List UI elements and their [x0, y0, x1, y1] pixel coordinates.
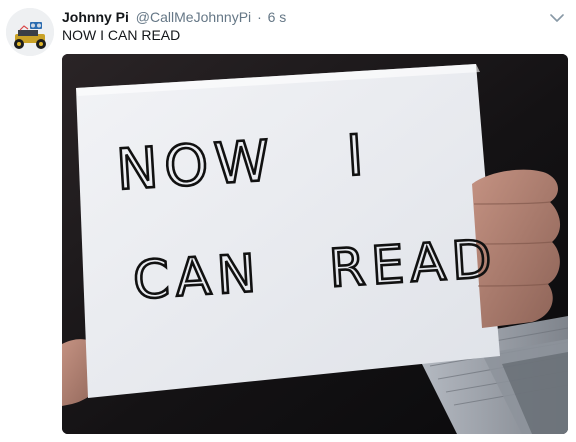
tweet-text: NOW I CAN READ [62, 27, 181, 43]
display-name[interactable]: Johnny Pi [62, 9, 129, 25]
chevron-down-icon[interactable] [549, 10, 565, 26]
timestamp[interactable]: 6 s [268, 9, 287, 25]
tweet-header: Johnny Pi @CallMeJohnnyPi · 6 s [62, 7, 286, 27]
robot-car-icon [6, 8, 54, 56]
user-handle[interactable]: @CallMeJohnnyPi [136, 9, 251, 25]
separator: · [257, 9, 262, 25]
tweet: Johnny Pi @CallMeJohnnyPi · 6 s NOW I CA… [0, 0, 576, 442]
tweet-photo[interactable]: NOW I CAN READ [62, 54, 568, 434]
avatar[interactable] [6, 8, 54, 56]
photo-sign-hand: NOW I CAN READ [62, 54, 568, 434]
